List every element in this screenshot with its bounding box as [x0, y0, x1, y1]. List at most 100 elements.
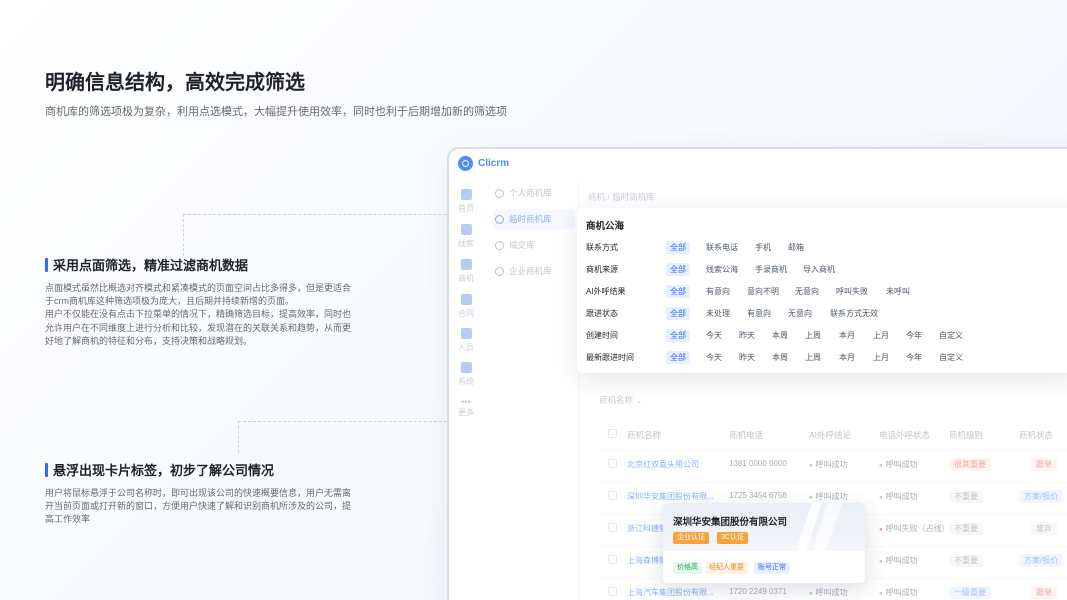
filter-label: 最新跟进时间	[586, 353, 634, 362]
column-header[interactable]: 商机名称	[627, 429, 661, 441]
filter-option[interactable]: 全部	[666, 351, 690, 364]
page-subtitle: 商机库的筛选项极为复杂，利用点选模式，大幅提升使用效率，同时也利于后期增加新的筛…	[45, 106, 507, 118]
feature-line: 点面模式虽然比概选对齐模式和紧凑模式的页面空间占比多得多，但是更适合于crm商机…	[45, 283, 352, 307]
search-field[interactable]: 商机名称 ⌄	[599, 394, 643, 406]
clock-icon	[495, 214, 504, 224]
nav-item-temporary[interactable]: 临时商机库	[493, 209, 575, 229]
row-checkbox[interactable]	[608, 555, 617, 564]
filter-option[interactable]: 本周	[768, 351, 792, 364]
status-tag: 跟单	[1031, 458, 1057, 471]
filter-option[interactable]: 意向不明	[743, 285, 783, 298]
people-icon	[460, 328, 472, 339]
rail-item-opportunity[interactable]: 商机	[449, 259, 483, 284]
filter-row-follow: 跟进状态 全部 未处理 有意向 无意向 联系方式无效	[586, 305, 1066, 321]
filter-option[interactable]: 今天	[702, 351, 726, 364]
filter-option[interactable]: 昨天	[735, 329, 759, 342]
connector-line	[183, 214, 184, 256]
column-header[interactable]: 商机级别	[949, 429, 983, 441]
filter-option[interactable]: 线索公海	[702, 263, 742, 276]
column-header[interactable]: 商机电话	[729, 429, 763, 441]
accent-bar	[45, 462, 48, 477]
filter-option[interactable]: 全部	[666, 329, 690, 342]
filter-option[interactable]: 全部	[666, 307, 690, 320]
filter-option[interactable]: 未处理	[702, 307, 734, 320]
filter-option[interactable]: 邮箱	[784, 241, 808, 254]
filter-option[interactable]: 无意向	[784, 307, 816, 320]
filter-option[interactable]: 全部	[666, 263, 690, 276]
filter-option[interactable]: 全部	[666, 285, 690, 298]
filter-row-ai-call: AI外呼结果 全部 有意向 意向不明 无意向 呼叫失败 未呼叫	[586, 283, 1066, 299]
nav-item-deals[interactable]: 成交库	[493, 235, 575, 255]
filter-option[interactable]: 本周	[768, 329, 792, 342]
nav-item-enterprise[interactable]: 企业商机库	[493, 261, 575, 281]
feature-point-filter: 采用点面筛选，精准过滤商机数据 点面模式虽然比概选对齐模式和紧凑模式的页面空间占…	[45, 255, 357, 348]
nav-label: 企业商机库	[509, 266, 552, 276]
nav-label: 成交库	[509, 240, 535, 250]
filter-option[interactable]: 上周	[801, 351, 825, 364]
filter-option[interactable]: 本月	[835, 329, 859, 342]
level-tag: 很其重要	[949, 458, 991, 471]
filter-option[interactable]: 无意向	[791, 285, 823, 298]
rail-label: 系统	[458, 377, 474, 386]
leads-icon	[460, 224, 472, 235]
rail-item-home[interactable]: 首页	[449, 189, 483, 214]
company-tag: 价格高	[673, 562, 702, 574]
row-checkbox[interactable]	[608, 587, 617, 596]
filter-option[interactable]: 手录商机	[751, 263, 791, 276]
filter-option[interactable]: 自定义	[935, 351, 967, 364]
filter-option[interactable]: 今年	[902, 329, 926, 342]
filter-label: 联系方式	[586, 243, 618, 252]
feature-title: 采用点面筛选，精准过滤商机数据	[53, 258, 249, 273]
cell-call: 呼叫成功	[879, 491, 918, 502]
select-all-checkbox[interactable]	[608, 429, 617, 438]
rail-item-people[interactable]: 人员	[449, 328, 483, 353]
row-checkbox[interactable]	[608, 491, 617, 500]
company-link[interactable]: 北京红双喜头用公司	[627, 459, 699, 470]
row-checkbox[interactable]	[608, 523, 617, 532]
filter-option[interactable]: 手机	[751, 241, 775, 254]
filter-row-last-follow: 最新跟进时间 全部 今天 昨天 本周 上周 本月 上月 今年 自定义	[586, 349, 1066, 365]
filter-option[interactable]: 未呼叫	[882, 285, 914, 298]
filter-label: AI外呼结果	[586, 287, 626, 296]
filter-option[interactable]: 呼叫失败	[832, 285, 872, 298]
card-company-name: 深圳华安集团股份有限公司	[673, 517, 788, 528]
cell-phone: 1720 2249 0371	[729, 587, 787, 596]
filter-row-source: 商机来源 全部 线索公海 手录商机 导入商机	[586, 261, 1066, 277]
nav-item-personal[interactable]: 个人商机库	[493, 183, 575, 203]
status-tag: 跟单	[1031, 586, 1057, 599]
filter-option[interactable]: 联系方式无效	[826, 307, 882, 320]
filter-option[interactable]: 今年	[902, 351, 926, 364]
company-link[interactable]: 深圳华安集团股份有限...	[627, 491, 714, 502]
table-row[interactable]: 北京红双喜头用公司 1381 0000 0000 呼叫成功 呼叫成功 很其重要 …	[599, 450, 1067, 476]
table-header: 商机名称 商机电话 AI外呼结论 电话外呼状态 商机级别 商机状态	[599, 426, 1067, 444]
column-header[interactable]: AI外呼结论	[809, 429, 851, 441]
rail-label: 首页	[458, 204, 474, 213]
company-link[interactable]: 上海汽车集团股份有限...	[627, 587, 714, 598]
feature-hover-card: 悬浮出现卡片标签，初步了解公司情况 用户将鼠标悬浮于公司名称时，即可出现该公司的…	[45, 460, 357, 527]
status-tag: 废弃	[1031, 522, 1057, 535]
filter-option[interactable]: 全部	[666, 241, 690, 254]
filter-option[interactable]: 昨天	[735, 351, 759, 364]
row-checkbox[interactable]	[608, 459, 617, 468]
filter-row-created: 创建时间 全部 今天 昨天 本周 上周 本月 上月 今年 自定义	[586, 327, 1066, 343]
feature-line: 用户将鼠标悬浮于公司名称时，即可出现该公司的快速概要信息，用户无需离开当前页面或…	[45, 488, 352, 525]
filter-option[interactable]: 有意向	[702, 285, 734, 298]
column-header[interactable]: 电话外呼状态	[879, 429, 930, 441]
rail-item-leads[interactable]: 线索	[449, 224, 483, 249]
filter-option[interactable]: 有意向	[743, 307, 775, 320]
rail-item-system[interactable]: 系统	[449, 362, 483, 387]
cell-call: 呼叫成功	[879, 587, 918, 598]
filter-option[interactable]: 今天	[702, 329, 726, 342]
company-link[interactable]: 上海森博集	[627, 555, 667, 566]
column-header[interactable]: 商机状态	[1019, 429, 1053, 441]
filter-option[interactable]: 导入商机	[799, 263, 839, 276]
rail-item-more[interactable]: ••• 更多	[449, 397, 483, 418]
filter-option[interactable]: 上周	[801, 329, 825, 342]
filter-option[interactable]: 上月	[869, 351, 893, 364]
filter-option[interactable]: 自定义	[935, 329, 967, 342]
filter-option[interactable]: 本月	[835, 351, 859, 364]
filter-option[interactable]: 上月	[869, 329, 893, 342]
rail-item-contract[interactable]: 合同	[449, 294, 483, 319]
rail-label: 更多	[458, 408, 474, 417]
filter-option[interactable]: 联系电话	[702, 241, 742, 254]
